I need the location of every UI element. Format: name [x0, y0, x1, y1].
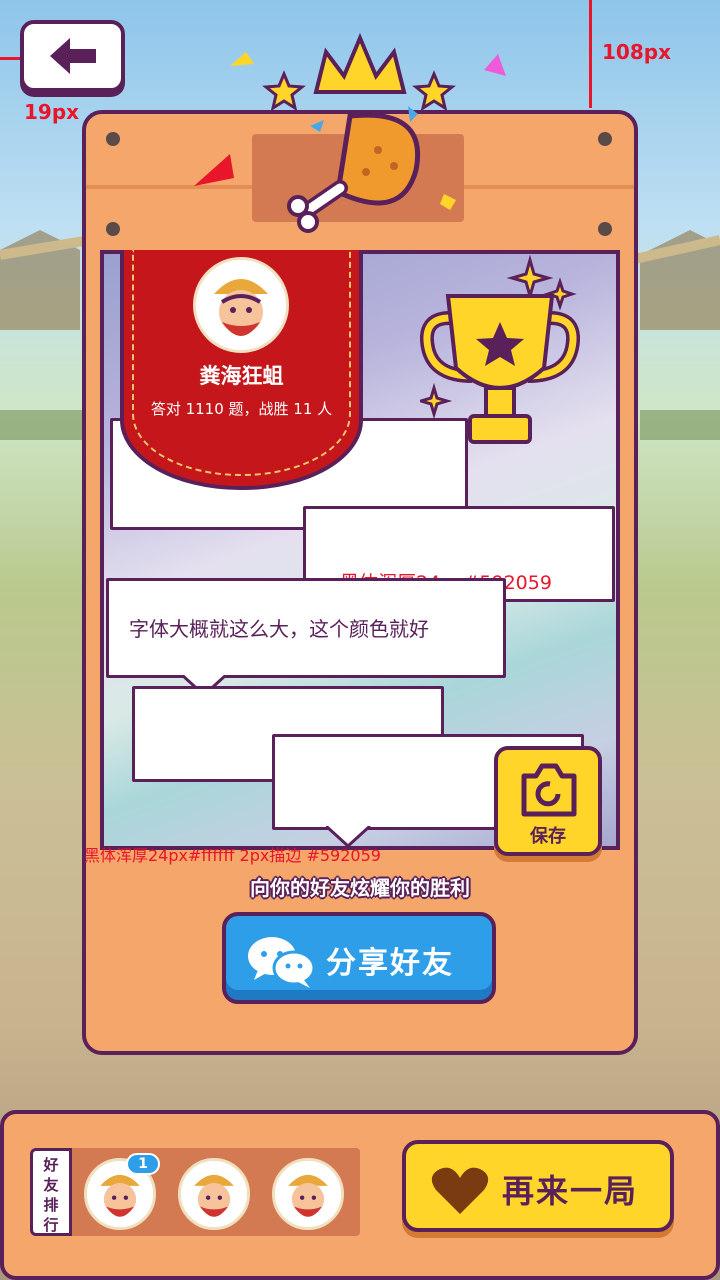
bubble-text: 字体大概就这么大，这个颜色就好: [129, 617, 429, 641]
friend-face: [275, 1161, 341, 1227]
friend-avatar[interactable]: [178, 1158, 250, 1230]
share-font-spec: 黑体浑厚24px#ffffff 2px描边 #592059: [84, 846, 381, 865]
speech-bubble-main: 字体大概就这么大，这个颜色就好: [106, 578, 506, 678]
guide-label-19px: 19px: [24, 100, 80, 124]
friend-avatar[interactable]: [272, 1158, 344, 1230]
panel-bolt: [106, 132, 120, 146]
wechat-icon: [248, 937, 316, 988]
guide-line-right: [589, 0, 592, 108]
friend-ranking-label: 好友排行: [43, 1156, 59, 1234]
rank-badge: 1: [126, 1153, 160, 1175]
share-friends-button[interactable]: 分享好友: [222, 912, 496, 1004]
share-note: 向你的好友炫耀你的胜利: [250, 876, 470, 900]
friend-face: [181, 1161, 247, 1227]
panel-bolt: [106, 222, 120, 236]
share-label: 分享好友: [326, 946, 454, 981]
avatar-face: [196, 260, 286, 350]
play-again-label: 再来一局: [502, 1172, 639, 1210]
back-arrow-icon: [49, 38, 96, 74]
chicken-drumstick-icon: [194, 106, 456, 233]
heart-icon: [431, 1167, 489, 1214]
back-button[interactable]: [20, 20, 125, 92]
play-again-button[interactable]: 再来一局: [402, 1140, 674, 1232]
guide-line-left: [0, 57, 20, 60]
player-avatar: [193, 257, 289, 353]
friend-ranking-tab[interactable]: 好友排行: [30, 1148, 72, 1236]
save-label: 保存: [530, 826, 566, 847]
player-stats: 答对 1110 题，战胜 11 人: [150, 400, 333, 418]
guide-label-108px: 108px: [602, 40, 671, 64]
save-button[interactable]: 保存: [494, 746, 602, 856]
player-name: 粪海狂蛆: [199, 364, 284, 388]
panel-bolt: [598, 222, 612, 236]
panel-bolt: [598, 132, 612, 146]
camera-icon: [521, 763, 577, 817]
